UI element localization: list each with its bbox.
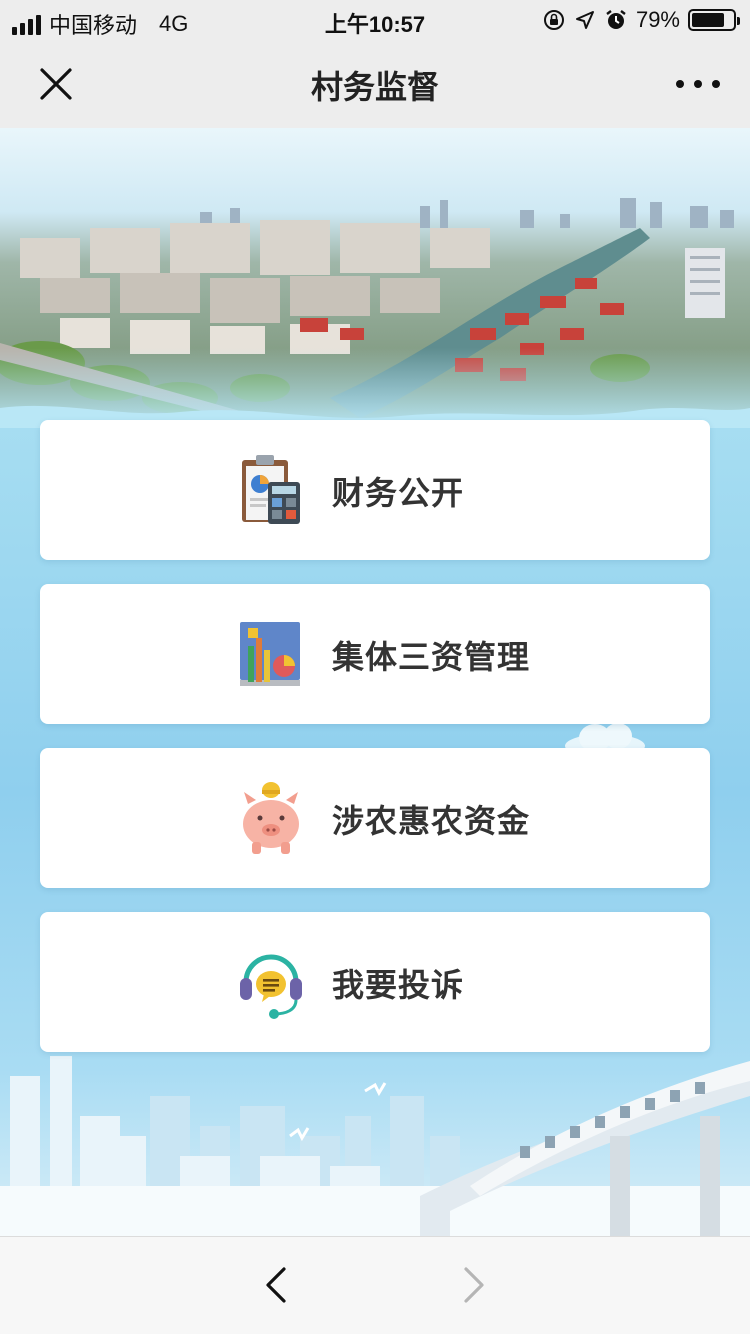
bottom-toolbar (0, 1236, 750, 1334)
nav-bar: 村务监督 (0, 40, 750, 128)
menu-item-complaint[interactable]: 我要投诉 (40, 912, 710, 1052)
menu-item-label: 涉农惠农资金 (332, 803, 531, 839)
menu-item-label: 集体三资管理 (332, 639, 531, 675)
menu-item-assets[interactable]: 集体三资管理 (40, 584, 710, 724)
city-skyline-illustration (0, 1056, 750, 1236)
menu-item-finance[interactable]: 财务公开 (40, 420, 710, 560)
alarm-icon (606, 10, 626, 29)
headset-complaint-icon (240, 954, 302, 1019)
piggy-bank-icon (243, 782, 299, 854)
menu-item-label: 我要投诉 (332, 967, 465, 1003)
battery-level (692, 13, 724, 27)
finance-calculator-icon (242, 455, 300, 524)
more-icon[interactable] (676, 70, 720, 98)
status-bar: 中国移动 4G 上午10:57 79% (0, 0, 750, 40)
rotation-lock-icon (543, 10, 564, 30)
chevron-right-icon[interactable] (454, 1263, 494, 1307)
status-right: 79% (542, 7, 740, 33)
page-title: 村务监督 (310, 69, 439, 105)
battery-icon (688, 9, 740, 31)
menu-item-label: 财务公开 (332, 475, 465, 511)
chevron-left-icon[interactable] (256, 1263, 296, 1307)
asset-chart-icon (240, 622, 300, 686)
battery-percent: 79% (635, 7, 680, 32)
location-icon (575, 11, 594, 29)
content-area: 财务公开 集体三资管理 涉农惠农资金 我要投诉 (0, 128, 750, 1236)
city-banner-image (0, 128, 750, 428)
menu-item-subsidy-funds[interactable]: 涉农惠农资金 (40, 748, 710, 888)
